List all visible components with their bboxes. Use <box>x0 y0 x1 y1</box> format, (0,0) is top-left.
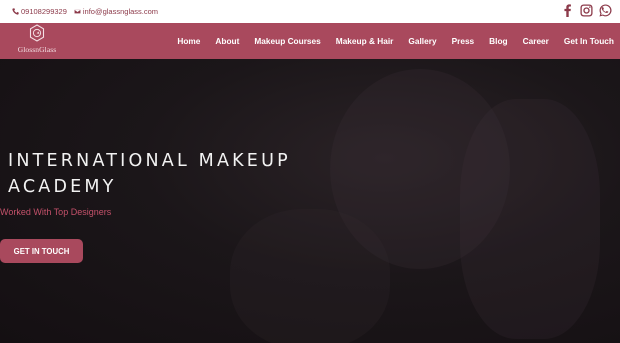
hero-title: INTERNATIONAL MAKEUP ACADEMY <box>8 151 291 197</box>
mail-icon <box>73 9 81 14</box>
nav-menu: Home About Makeup Courses Makeup & Hair … <box>162 23 614 59</box>
nav-item-career[interactable]: Career <box>523 36 549 46</box>
nav-item-press[interactable]: Press <box>452 36 475 46</box>
hero-background-shape <box>230 209 390 343</box>
email-address: info@glassnglass.com <box>82 7 159 16</box>
top-contact-bar: 09108299329 info@glassnglass.com <box>0 0 620 23</box>
nav-item-about[interactable]: About <box>215 36 239 46</box>
nav-item-home[interactable]: Home <box>177 36 200 46</box>
nav-item-gallery[interactable]: Gallery <box>408 36 436 46</box>
hero-subtitle: Worked With Top Designers <box>0 207 112 217</box>
whatsapp-icon[interactable] <box>599 3 612 17</box>
nav-item-get-in-touch[interactable]: Get In Touch <box>564 36 614 46</box>
hero-background-shape <box>460 99 600 339</box>
phone-icon <box>12 8 19 15</box>
phone-number: 09108299329 <box>21 7 67 16</box>
facebook-icon[interactable] <box>561 3 574 17</box>
brand-logo[interactable]: GlossnGlass <box>8 24 66 58</box>
nav-item-blog[interactable]: Blog <box>489 36 507 46</box>
hero-banner: INTERNATIONAL MAKEUP ACADEMY Worked With… <box>0 59 620 343</box>
phone-contact[interactable]: 09108299329 <box>12 7 67 16</box>
social-links <box>561 3 612 17</box>
get-in-touch-button[interactable]: GET IN TOUCH <box>0 239 83 263</box>
instagram-icon[interactable] <box>580 3 593 17</box>
logo-text: GlossnGlass <box>17 45 57 54</box>
nav-item-makeup-courses[interactable]: Makeup Courses <box>254 36 320 46</box>
main-navbar: GlossnGlass Home About Makeup Courses Ma… <box>0 23 620 59</box>
nav-item-makeup-hair[interactable]: Makeup & Hair <box>336 36 394 46</box>
email-contact[interactable]: info@glassnglass.com <box>73 7 159 16</box>
logo-emblem-icon <box>29 24 45 42</box>
